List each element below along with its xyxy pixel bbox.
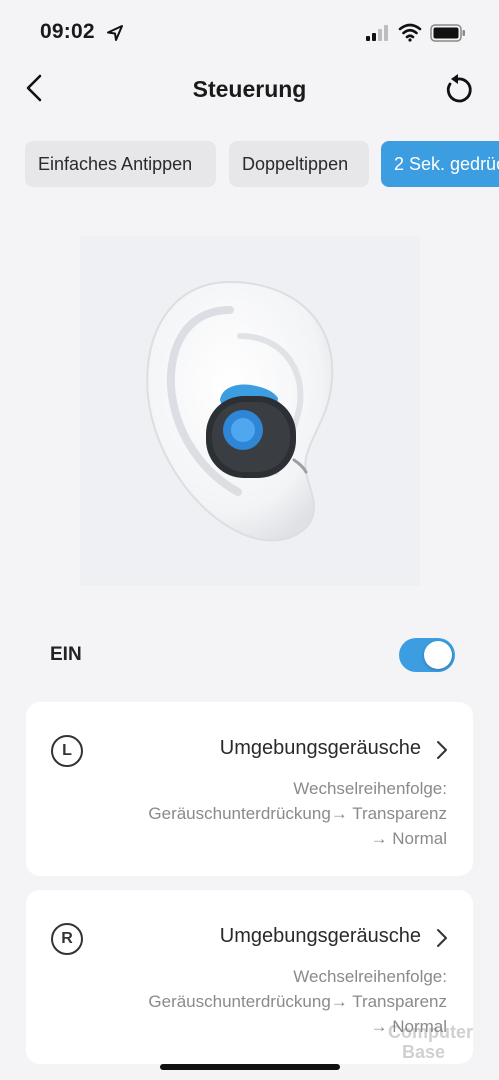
- cellular-signal-icon: [366, 25, 388, 41]
- location-arrow-icon: [107, 25, 123, 41]
- watermark-line: Computer: [388, 1022, 473, 1042]
- desc-line: Geräuschunterdrückung→ Transparenz: [148, 804, 447, 823]
- desc-line: Wechselreihenfolge:: [293, 967, 447, 986]
- tab-single-tap[interactable]: Einfaches Antippen: [25, 141, 216, 187]
- left-earbud-card[interactable]: L Umgebungsgeräusche Wechselreihenfolge:…: [26, 702, 473, 876]
- watermark-line: Base: [402, 1042, 446, 1062]
- status-time: 09:02: [40, 20, 95, 43]
- right-side-badge: R: [51, 923, 83, 955]
- toggle-label: EIN: [50, 644, 82, 665]
- battery-icon: [430, 24, 465, 42]
- left-side-badge: L: [51, 735, 83, 767]
- status-bar: 09:02: [0, 0, 499, 60]
- right-action-title: Umgebungsgeräusche: [219, 925, 421, 947]
- chevron-right-icon: [437, 741, 447, 759]
- page-title: Steuerung: [192, 76, 307, 102]
- ear-earbud-illustration: [80, 236, 420, 586]
- toggle-knob: [424, 641, 452, 669]
- enable-toggle[interactable]: [399, 638, 455, 672]
- desc-line: Wechselreihenfolge:: [293, 779, 447, 798]
- desc-line: Geräuschunterdrückung→ Transparenz: [148, 992, 447, 1011]
- reset-button[interactable]: [440, 72, 476, 108]
- watermark: Computer Base: [388, 1022, 492, 1068]
- left-action-description: Wechselreihenfolge: Geräuschunterdrückun…: [87, 776, 447, 851]
- chevron-right-icon: [437, 929, 447, 947]
- home-indicator[interactable]: [160, 1064, 340, 1070]
- tab-long-press[interactable]: 2 Sek. gedrückt: [381, 141, 499, 187]
- desc-line: → Normal: [370, 829, 447, 848]
- gesture-tabs: Einfaches Antippen Doppeltippen 2 Sek. g…: [0, 141, 499, 189]
- wifi-icon: [398, 23, 422, 42]
- left-action-title: Umgebungsgeräusche: [219, 737, 421, 759]
- tab-double-tap[interactable]: Doppeltippen: [229, 141, 369, 187]
- enable-row: EIN: [0, 630, 499, 680]
- navigation-bar: Steuerung: [0, 60, 499, 120]
